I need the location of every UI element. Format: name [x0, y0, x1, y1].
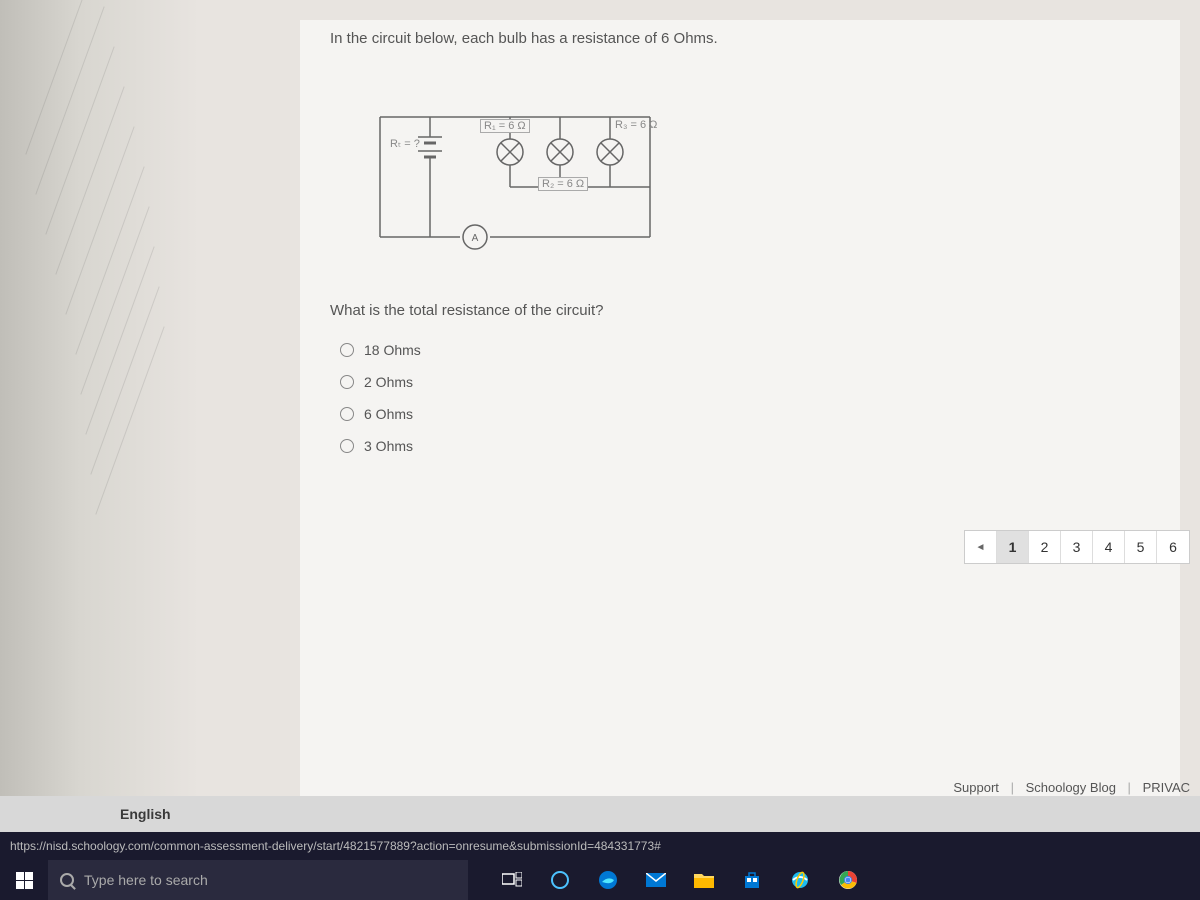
browser-status-bar: https://nisd.schoology.com/common-assess…	[0, 832, 1200, 860]
option-3-ohms[interactable]: 3 Ohms	[340, 430, 1140, 462]
radio-icon	[340, 407, 354, 421]
footer-separator: |	[1128, 780, 1131, 795]
circuit-diagram: A Rₜ = ? R₁ = 6 Ω R₂ = 6 Ω R₃ = 6 Ω	[360, 87, 670, 257]
label-r1: R₁ = 6 Ω	[480, 119, 530, 133]
left-shadow-decoration	[0, 0, 200, 796]
chrome-icon[interactable]	[824, 860, 872, 900]
page-5[interactable]: 5	[1125, 531, 1157, 563]
page-prev[interactable]: ◄	[965, 531, 997, 563]
pagination: ◄ 1 2 3 4 5 6	[964, 530, 1190, 564]
ie-icon[interactable]	[776, 860, 824, 900]
option-label: 6 Ohms	[364, 406, 413, 422]
explorer-icon[interactable]	[680, 860, 728, 900]
options-group: 18 Ohms 2 Ohms 6 Ohms 3 Ohms	[300, 329, 1180, 467]
edge-icon[interactable]	[584, 860, 632, 900]
taskbar: Type here to search	[0, 860, 1200, 900]
radio-icon	[340, 439, 354, 453]
footer-separator: |	[1011, 780, 1014, 795]
page-3[interactable]: 3	[1061, 531, 1093, 563]
mail-icon[interactable]	[632, 860, 680, 900]
language-bar[interactable]: English	[0, 796, 1200, 832]
blog-link[interactable]: Schoology Blog	[1026, 780, 1116, 795]
label-rt: Rₜ = ?	[390, 137, 420, 150]
page-4[interactable]: 4	[1093, 531, 1125, 563]
option-6-ohms[interactable]: 6 Ohms	[340, 398, 1140, 430]
page-1[interactable]: 1	[997, 531, 1029, 563]
label-r3: R₃ = 6 Ω	[615, 119, 657, 131]
status-url: https://nisd.schoology.com/common-assess…	[10, 839, 661, 853]
privacy-link[interactable]: PRIVAC	[1143, 780, 1190, 795]
language-label: English	[120, 806, 171, 822]
store-icon[interactable]	[728, 860, 776, 900]
windows-icon	[16, 872, 33, 889]
question-intro: In the circuit below, each bulb has a re…	[300, 20, 1180, 57]
option-18-ohms[interactable]: 18 Ohms	[340, 334, 1140, 366]
search-placeholder: Type here to search	[84, 872, 208, 888]
page-2[interactable]: 2	[1029, 531, 1061, 563]
label-r2: R₂ = 6 Ω	[538, 177, 588, 191]
search-icon	[60, 873, 74, 887]
option-2-ohms[interactable]: 2 Ohms	[340, 366, 1140, 398]
question-prompt: What is the total resistance of the circ…	[300, 287, 1180, 329]
task-view-icon[interactable]	[488, 860, 536, 900]
footer-links: Support | Schoology Blog | PRIVAC	[953, 780, 1190, 795]
taskbar-search[interactable]: Type here to search	[48, 860, 468, 900]
option-label: 2 Ohms	[364, 374, 413, 390]
radio-icon	[340, 343, 354, 357]
option-label: 18 Ohms	[364, 342, 421, 358]
radio-icon	[340, 375, 354, 389]
cortana-icon[interactable]	[536, 860, 584, 900]
taskbar-icons	[488, 860, 872, 900]
svg-text:A: A	[472, 233, 479, 244]
content-area: In the circuit below, each bulb has a re…	[300, 20, 1180, 800]
support-link[interactable]: Support	[953, 780, 999, 795]
page-6[interactable]: 6	[1157, 531, 1189, 563]
option-label: 3 Ohms	[364, 438, 413, 454]
start-button[interactable]	[0, 860, 48, 900]
